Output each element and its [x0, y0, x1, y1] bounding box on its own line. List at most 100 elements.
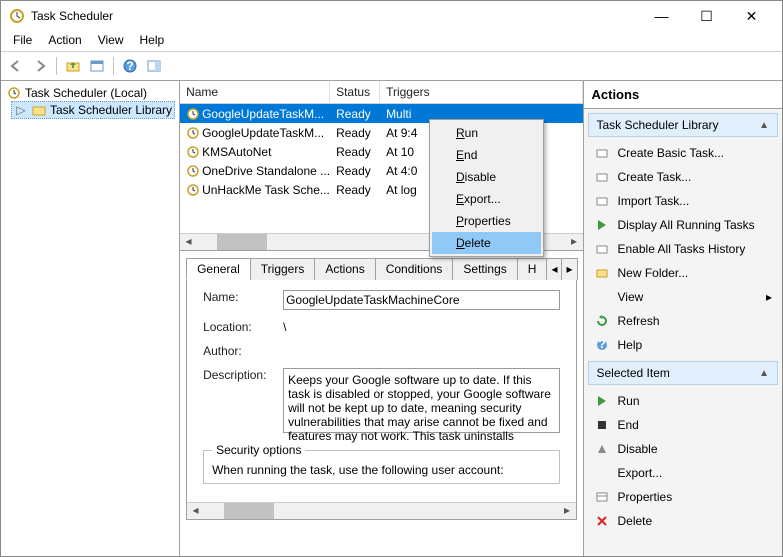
tab-actions[interactable]: Actions: [314, 258, 375, 280]
tab-settings[interactable]: Settings: [452, 258, 517, 280]
action-new-folder-[interactable]: New Folder...: [588, 261, 779, 285]
action-end[interactable]: End: [588, 413, 779, 437]
task-name: GoogleUpdateTaskM...: [202, 107, 324, 121]
action-icon: [594, 241, 610, 257]
action-label: Disable: [618, 442, 658, 456]
minimize-button[interactable]: —: [639, 2, 684, 30]
tab-conditions[interactable]: Conditions: [375, 258, 454, 280]
tab-history[interactable]: H: [517, 258, 548, 280]
action-create-task-[interactable]: Create Task...: [588, 165, 779, 189]
action-disable[interactable]: Disable: [588, 437, 779, 461]
action-export-[interactable]: Export...: [588, 461, 779, 485]
tree-library[interactable]: ▷ Task Scheduler Library: [11, 101, 175, 119]
tab-general[interactable]: General: [186, 258, 251, 280]
window-title: Task Scheduler: [31, 9, 639, 23]
action-icon: [594, 441, 610, 457]
collapse-icon[interactable]: ▲: [759, 120, 769, 131]
action-label: Create Task...: [618, 170, 692, 184]
action-icon: [594, 313, 610, 329]
action-icon: [594, 489, 610, 505]
forward-button[interactable]: [29, 55, 51, 77]
context-menu-disable[interactable]: Disable: [432, 166, 541, 188]
context-menu: RunEndDisableExport...PropertiesDelete: [429, 119, 544, 257]
description-label: Description:: [203, 368, 283, 382]
context-menu-delete[interactable]: Delete: [432, 232, 541, 254]
help-icon[interactable]: ?: [119, 55, 141, 77]
action-properties[interactable]: Properties: [588, 485, 779, 509]
action-display-all-running-tasks[interactable]: Display All Running Tasks: [588, 213, 779, 237]
context-menu-run[interactable]: Run: [432, 122, 541, 144]
pane-icon-1[interactable]: [86, 55, 108, 77]
action-label: Refresh: [618, 314, 660, 328]
detail-horizontal-scrollbar[interactable]: ◂▸: [187, 502, 575, 519]
toolbar: ?: [1, 51, 782, 81]
tab-scroll-right[interactable]: ▸: [561, 258, 577, 280]
action-help[interactable]: ?Help: [588, 333, 779, 357]
action-import-task-[interactable]: Import Task...: [588, 189, 779, 213]
tree-root[interactable]: Task Scheduler (Local): [5, 85, 175, 101]
actions-title: Actions: [584, 81, 783, 109]
col-name[interactable]: Name: [180, 81, 330, 103]
clock-icon: [186, 164, 200, 178]
menu-help[interactable]: Help: [132, 31, 173, 51]
action-icon: ?: [594, 337, 610, 353]
security-legend: Security options: [212, 443, 305, 457]
action-label: Import Task...: [618, 194, 690, 208]
context-menu-properties[interactable]: Properties: [432, 210, 541, 232]
action-icon: [594, 169, 610, 185]
action-icon: [594, 465, 610, 481]
action-label: Enable All Tasks History: [618, 242, 746, 256]
action-label: Delete: [618, 514, 653, 528]
action-icon: [594, 289, 610, 305]
location-value: \: [283, 320, 559, 334]
context-menu-export[interactable]: Export...: [432, 188, 541, 210]
action-label: End: [618, 418, 639, 432]
action-view[interactable]: View▸: [588, 285, 779, 309]
tree-root-label: Task Scheduler (Local): [25, 86, 147, 100]
action-label: New Folder...: [618, 266, 689, 280]
action-label: Run: [618, 394, 640, 408]
actions-section-selected[interactable]: Selected Item ▲: [588, 361, 779, 385]
action-label: Properties: [618, 490, 673, 504]
collapse-icon[interactable]: ▲: [759, 368, 769, 379]
description-field[interactable]: Keeps your Google software up to date. I…: [283, 368, 559, 433]
tab-triggers[interactable]: Triggers: [250, 258, 316, 280]
action-icon: [594, 145, 610, 161]
svg-text:?: ?: [598, 339, 605, 351]
folder-up-icon[interactable]: [62, 55, 84, 77]
name-field[interactable]: [283, 290, 559, 310]
menu-file[interactable]: File: [5, 31, 40, 51]
security-text: When running the task, use the following…: [212, 463, 550, 477]
tab-scroll-left[interactable]: ◂: [546, 258, 562, 280]
pane-icon-2[interactable]: [143, 55, 165, 77]
tree-library-label: Task Scheduler Library: [50, 103, 172, 117]
clock-icon: [186, 145, 200, 159]
task-status: Ready: [330, 163, 380, 179]
expand-icon[interactable]: ▷: [14, 103, 28, 117]
back-button[interactable]: [5, 55, 27, 77]
action-enable-all-tasks-history[interactable]: Enable All Tasks History: [588, 237, 779, 261]
action-create-basic-task-[interactable]: Create Basic Task...: [588, 141, 779, 165]
close-button[interactable]: ✕: [729, 2, 774, 30]
name-label: Name:: [203, 290, 283, 304]
context-menu-end[interactable]: End: [432, 144, 541, 166]
security-options-group: Security options When running the task, …: [203, 443, 559, 484]
col-status[interactable]: Status: [330, 81, 380, 103]
task-status: Ready: [330, 106, 380, 122]
task-status: Ready: [330, 144, 380, 160]
task-name: KMSAutoNet: [202, 145, 271, 159]
col-triggers[interactable]: Triggers: [380, 81, 582, 103]
list-header: Name Status Triggers: [180, 81, 582, 104]
clock-icon: [7, 86, 21, 100]
action-label: View: [618, 290, 644, 304]
menu-action[interactable]: Action: [40, 31, 89, 51]
action-delete[interactable]: Delete: [588, 509, 779, 533]
maximize-button[interactable]: ☐: [684, 2, 729, 30]
action-icon: [594, 217, 610, 233]
menu-view[interactable]: View: [90, 31, 132, 51]
location-label: Location:: [203, 320, 283, 334]
action-run[interactable]: Run: [588, 389, 779, 413]
actions-section-library[interactable]: Task Scheduler Library ▲: [588, 113, 779, 137]
action-refresh[interactable]: Refresh: [588, 309, 779, 333]
task-name: OneDrive Standalone ...: [202, 164, 330, 178]
